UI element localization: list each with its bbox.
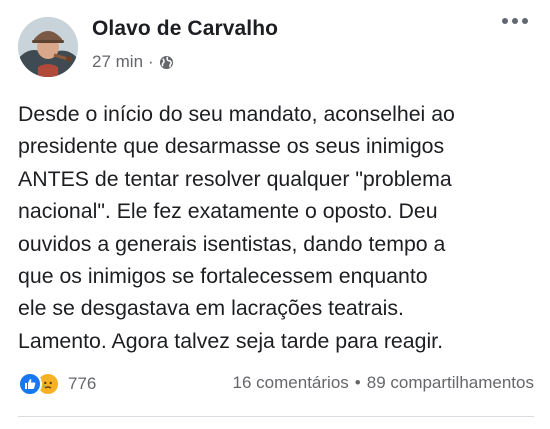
more-options-icon[interactable] — [502, 18, 528, 24]
like-reaction-icon — [18, 372, 42, 396]
post-text-line: ouvidos a generais isentistas, dando tem… — [18, 231, 446, 256]
post-text-line: Desde o início do seu mandato, aconselhe… — [18, 102, 455, 126]
reactions-summary[interactable]: 776 — [18, 372, 96, 396]
meta-separator: · — [148, 52, 154, 71]
dot — [522, 18, 528, 24]
divider — [18, 416, 534, 417]
dot — [512, 18, 518, 24]
post-text-line: que os inimigos se fortalecessem enquant… — [18, 264, 428, 289]
post-text-line: presidente que desarmasse os seus inimig… — [18, 134, 445, 159]
post-text-line: Lamento. Agora talvez seja tarde para re… — [18, 328, 444, 353]
author-name[interactable]: Olavo de Carvalho — [92, 17, 278, 41]
post-text-line: ele se desgastava em lacrações teatrais. — [18, 296, 404, 321]
comments-count-link[interactable]: 16 comentários — [233, 373, 349, 393]
globe-icon[interactable] — [159, 55, 174, 70]
post-stats: 16 comentários • 89 compartilhamentos — [233, 373, 534, 393]
avatar[interactable] — [18, 17, 78, 77]
post-text: Desde o início do seu mandato, aconselhe… — [18, 98, 538, 357]
post-time[interactable]: 27 min — [92, 52, 143, 72]
shares-count-link[interactable]: 89 compartilhamentos — [367, 373, 534, 393]
post-text-line: nacional". Ele fez exatamente o oposto. … — [18, 199, 438, 224]
post-text-line: ANTES de tentar resolver qualquer "probl… — [18, 166, 452, 191]
avatar-photo — [18, 17, 78, 77]
reaction-count: 776 — [68, 374, 97, 393]
post-meta: 27 min · — [92, 52, 174, 72]
stats-separator: • — [354, 373, 361, 392]
dot — [502, 18, 508, 24]
